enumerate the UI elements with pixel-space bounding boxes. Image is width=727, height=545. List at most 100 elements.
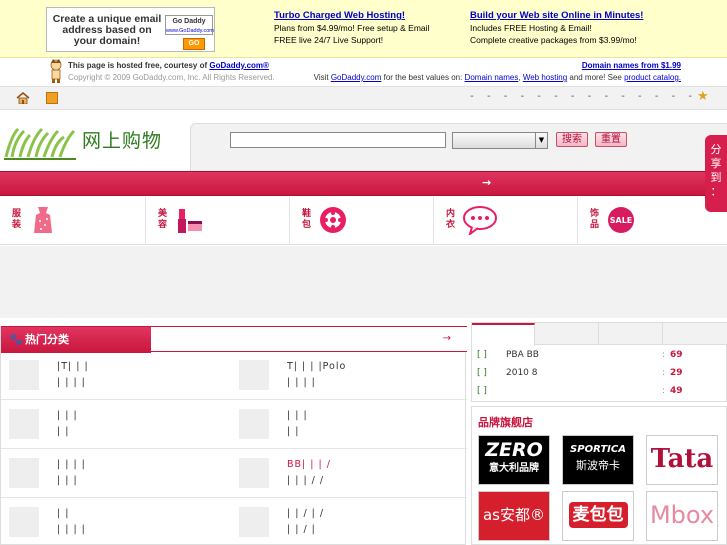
brand-name: Mbox	[649, 501, 715, 529]
dress-icon	[34, 207, 52, 233]
hot-thumb	[9, 360, 39, 390]
nav-arrow-icon[interactable]: →	[482, 176, 491, 189]
website-promo-link[interactable]: Build your Web site Online in Minutes!	[470, 10, 643, 21]
category-label: 美容	[158, 209, 168, 230]
brand-zero[interactable]: ZERO 意大利品牌	[478, 435, 550, 485]
product-catalog-link[interactable]: product catalog.	[624, 73, 681, 82]
hot-links[interactable]: | |	[287, 426, 299, 437]
news-tab-2[interactable]	[535, 323, 599, 345]
category-bags[interactable]: 鞋包	[290, 197, 434, 245]
hot-cell[interactable]: BB| | | / | | | / /	[231, 450, 463, 498]
domain-names-link[interactable]: Domain names	[465, 73, 519, 82]
hot-links[interactable]: | | / | /	[287, 508, 324, 519]
home-icon[interactable]	[16, 92, 30, 104]
hot-links[interactable]: BB| | | /	[287, 459, 331, 470]
hosting-promo-link[interactable]: Turbo Charged Web Hosting!	[274, 10, 405, 21]
news-item[interactable]: [ ] :49	[472, 383, 727, 401]
brand-maibaobao[interactable]: 麦包包	[562, 491, 634, 541]
news-tab-1[interactable]	[472, 323, 535, 346]
brand-name: Tata	[650, 444, 714, 474]
hot-categories-panel: 🐾 热门分类 → |T| | | | | | | T| | | |Polo | |…	[0, 326, 467, 545]
brand-sub: 斯波帝卡	[576, 459, 620, 472]
godaddy-ad-text: Create a unique email address based on y…	[52, 13, 162, 47]
hot-links[interactable]: | | |	[57, 475, 78, 486]
visit-godaddy-line: Visit GoDaddy.com for the best values on…	[314, 73, 681, 82]
news-colon: :	[662, 350, 666, 360]
hot-thumb	[9, 458, 39, 488]
hot-links[interactable]: | | | |	[57, 377, 86, 388]
hot-links[interactable]: | |	[57, 426, 69, 437]
news-bracket: [ ]	[477, 350, 487, 360]
news-bracket: [ ]	[477, 368, 487, 378]
hot-cell[interactable]: | | | | | | |	[1, 450, 233, 498]
news-tab-4[interactable]	[663, 323, 727, 345]
hot-links[interactable]: | | | / /	[287, 475, 324, 486]
news-count: 69	[670, 350, 683, 360]
toolbar-links[interactable]: - - - - - - - - - - - - - -	[470, 91, 697, 102]
paw-icon: 🐾	[9, 333, 23, 346]
reset-button[interactable]: 重置	[595, 132, 627, 147]
category-clothing[interactable]: 服装	[0, 197, 146, 245]
hot-cell[interactable]: T| | | |Polo | | | |	[231, 352, 463, 400]
site-logo-text[interactable]: 网上购物	[82, 126, 162, 153]
chat-bubble-icon	[463, 206, 497, 235]
hot-links[interactable]: | |	[57, 508, 69, 519]
hot-links[interactable]: | | | |	[57, 524, 86, 535]
hot-thumb	[9, 409, 39, 439]
hot-links[interactable]: | | |	[287, 410, 308, 421]
hot-links[interactable]: | | | |	[57, 459, 86, 470]
godaddy-logo-url: www.GoDaddy.com	[166, 28, 214, 34]
chevron-down-icon[interactable]: ▼	[535, 133, 547, 148]
brand-mbox[interactable]: Mbox	[646, 491, 718, 541]
category-label: 内衣	[446, 209, 456, 230]
brand-sub: 意大利品牌	[489, 463, 539, 474]
hot-links[interactable]: | | / |	[287, 524, 316, 535]
top-toolbar: - - - - - - - - - - - - - - ★	[0, 86, 727, 110]
news-tab-3[interactable]	[599, 323, 663, 345]
category-underwear[interactable]: 内衣	[434, 197, 578, 245]
godaddy-logo: Go Daddy www.GoDaddy.com GO	[165, 10, 214, 50]
godaddy-hosting-promo: Turbo Charged Web Hosting! Plans from $4…	[274, 9, 429, 46]
category-select[interactable]: ▼	[452, 132, 548, 149]
brand-tata[interactable]: Tata	[646, 435, 718, 485]
hot-links[interactable]: | | | |	[287, 377, 316, 388]
domain-price-link[interactable]: Domain names from $1.99	[582, 61, 681, 70]
lipstick-icon	[178, 209, 202, 233]
news-text[interactable]: 2010 8	[506, 368, 538, 378]
news-count: 29	[670, 368, 683, 378]
search-button[interactable]: 搜索	[556, 132, 588, 147]
site-logo-icon[interactable]	[2, 123, 78, 163]
hot-cell[interactable]: | | | | |	[1, 401, 233, 449]
share-tab[interactable]: 分享到：	[705, 135, 727, 212]
brand-name: SPORTICA	[570, 444, 626, 455]
godaddy-link[interactable]: GoDaddy.com®	[209, 61, 269, 70]
hosted-courtesy-text: This page is hosted free, courtesy of	[68, 61, 210, 70]
hot-cell[interactable]: | | | | | |	[1, 499, 233, 545]
category-strip: 服装 美容 鞋包 内衣 饰品 SALE	[0, 197, 727, 245]
godaddy-email-ad[interactable]: Create a unique email address based on y…	[46, 7, 215, 52]
web-hosting-link[interactable]: Web hosting	[523, 73, 567, 82]
brand-asandu[interactable]: as安都®	[478, 491, 550, 541]
brand-sportica[interactable]: SPORTICA 斯波帝卡	[562, 435, 634, 485]
godaddy-go-button[interactable]: GO	[183, 38, 205, 50]
bookmark-icon[interactable]	[46, 92, 58, 104]
category-beauty[interactable]: 美容	[146, 197, 290, 245]
news-text[interactable]: PBA BB	[506, 350, 539, 360]
svg-text:SALE: SALE	[610, 216, 633, 225]
hot-links[interactable]: | | |	[57, 410, 78, 421]
search-input[interactable]	[230, 132, 446, 148]
brand-name: as安都®	[482, 506, 545, 524]
hot-row: |T| | | | | | | T| | | |Polo | | | |	[1, 352, 467, 400]
hot-cell[interactable]: |T| | | | | | |	[1, 352, 233, 400]
godaddy-com-link[interactable]: GoDaddy.com	[331, 73, 382, 82]
hot-links[interactable]: |T| | |	[57, 361, 89, 372]
hot-links[interactable]: T| | | |Polo	[287, 361, 346, 372]
hot-cell[interactable]: | | / | / | | / |	[231, 499, 463, 545]
news-item[interactable]: [ ] PBA BB :69	[472, 347, 727, 365]
hot-thumb	[239, 409, 269, 439]
news-bracket: [ ]	[477, 386, 487, 396]
hot-more-arrow-icon[interactable]: →	[443, 333, 451, 344]
hot-cell[interactable]: | | | | |	[231, 401, 463, 449]
news-item[interactable]: [ ] 2010 8 :29	[472, 365, 727, 383]
star-icon[interactable]: ★	[697, 90, 711, 104]
